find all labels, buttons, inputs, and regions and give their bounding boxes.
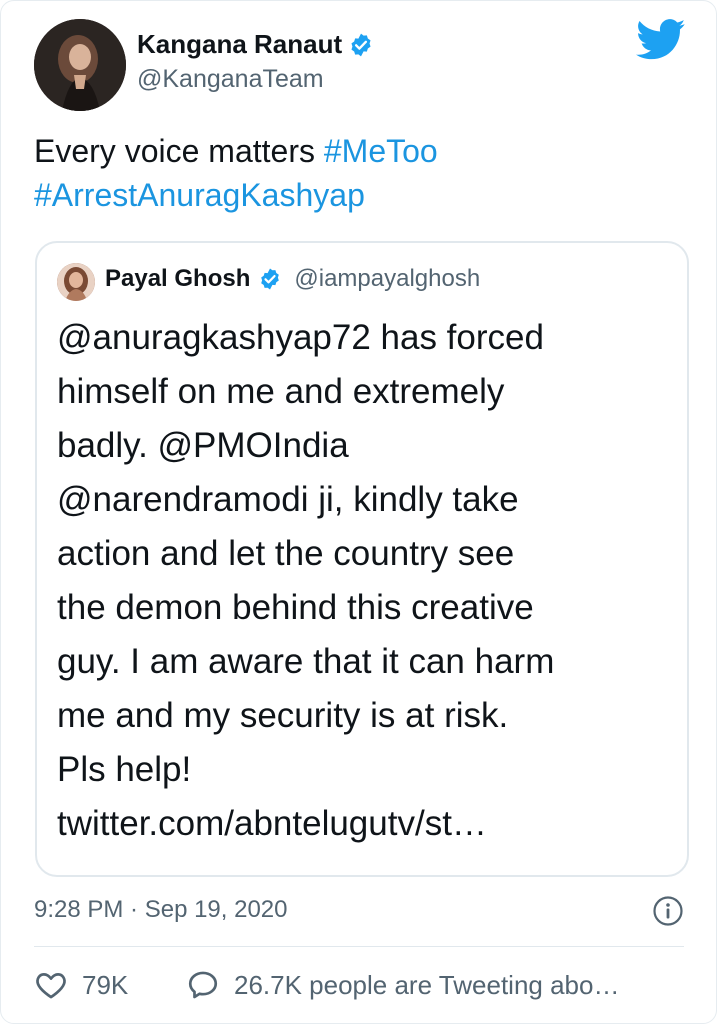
quoted-author-avatar[interactable] [57,263,95,301]
quoted-text-line: badly. @PMOIndia [57,426,349,465]
author-avatar[interactable] [34,19,126,111]
quoted-text-line: guy. I am aware that it can harm [57,642,555,681]
quoted-tweet[interactable]: Payal Ghosh @iampayalghosh @anuragkashya… [35,241,689,877]
author-name[interactable]: Kangana Ranaut [137,29,342,60]
like-button[interactable]: 79K [34,968,128,1002]
twitter-bird-icon[interactable] [636,19,686,61]
verified-badge-icon [258,267,282,291]
tweet-text: Every voice matters #MeToo #ArrestAnurag… [34,129,684,217]
author-handle[interactable]: @KanganaTeam [137,65,324,94]
tweet-body-text: Every voice matters [34,133,324,169]
quoted-link[interactable]: twitter.com/abntelugutv/st… [57,797,667,851]
quoted-text-line: Pls help! [57,750,192,789]
quoted-text-line: himself on me and extremely [57,372,505,411]
quoted-text-line: me and my security is at risk. [57,696,509,735]
verified-badge-icon [348,32,374,58]
info-icon[interactable] [652,895,684,927]
divider [34,946,684,947]
speech-bubble-icon [188,971,218,999]
tweet-card: Kangana Ranaut @KanganaTeam Every voice … [0,0,717,1024]
like-count: 79K [82,969,129,1000]
tweeting-about-link[interactable]: 26.7K people are Tweeting abo… [186,968,619,1002]
quoted-text-line: action and let the country see [57,534,515,573]
hashtag-link[interactable]: #MeToo [324,133,438,169]
quoted-tweet-text: @anuragkashyap72 has forced himself on m… [57,311,667,851]
tweeting-about-text: 26.7K people are Tweeting abo… [234,969,620,1000]
hashtag-link[interactable]: #ArrestAnuragKashyap [34,177,365,213]
tweet-timestamp[interactable]: 9:28 PM · Sep 19, 2020 [34,896,288,924]
heart-icon [36,973,66,999]
quoted-text-line: @narendramodi ji, kindly take [57,480,519,519]
author-name-row[interactable]: Kangana Ranaut [137,29,374,60]
quoted-text-line: the demon behind this creative [57,588,534,627]
quoted-author-handle[interactable]: @iampayalghosh [294,265,480,293]
quoted-author-row[interactable]: Payal Ghosh @iampayalghosh [105,265,480,293]
quoted-text-line: @anuragkashyap72 has forced [57,318,544,357]
quoted-author-name[interactable]: Payal Ghosh [105,265,250,293]
